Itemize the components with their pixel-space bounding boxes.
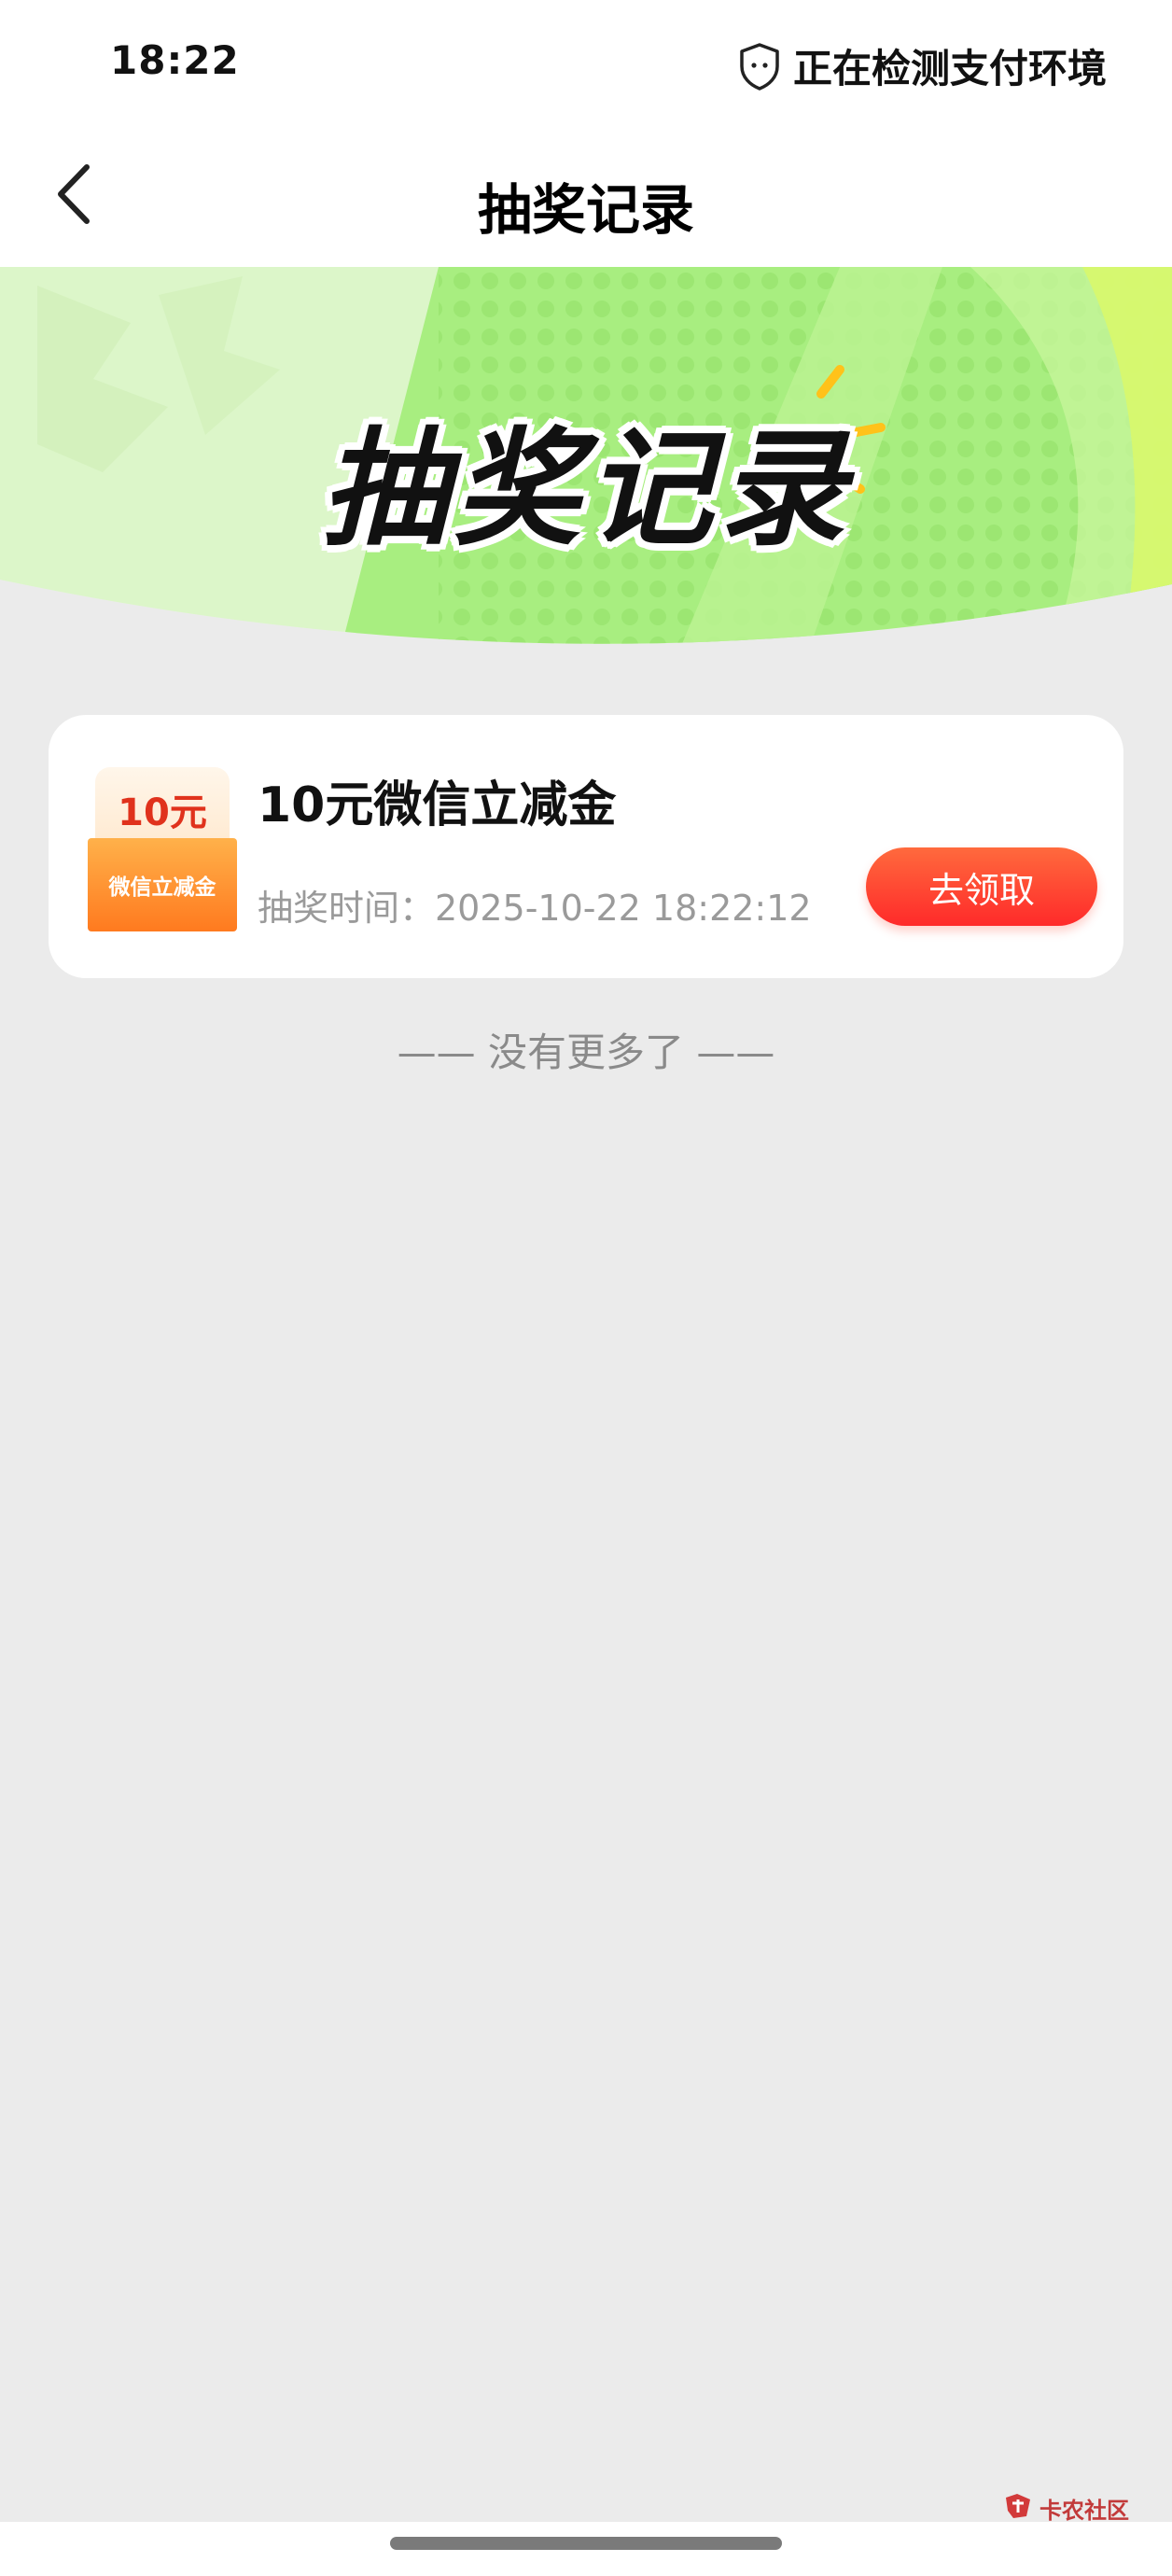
claim-button[interactable]: 去领取 <box>866 847 1097 926</box>
prize-name: 10元微信立减金 <box>258 777 617 833</box>
home-indicator[interactable] <box>390 2537 782 2550</box>
shield-icon <box>737 42 782 91</box>
status-time: 18:22 <box>110 37 240 83</box>
status-bar: 18:22 正在检测支付环境 <box>0 0 1172 131</box>
status-text: 正在检测支付环境 <box>792 46 1107 91</box>
coupon-amount: 10元 <box>118 791 207 834</box>
kanong-logo-icon <box>1002 2490 1034 2526</box>
watermark: 卡农社区 <box>1002 2490 1129 2526</box>
coupon-thumbnail: 10元 微信立减金 <box>88 767 237 931</box>
no-more-text: —— 没有更多了 —— <box>397 1029 775 1075</box>
status-indicator: 正在检测支付环境 <box>737 37 1107 94</box>
banner-title: 抽奖记录 <box>321 416 851 564</box>
draw-time: 抽奖时间：2025-10-22 18:22:12 <box>258 888 812 929</box>
coupon-label: 微信立减金 <box>108 875 216 900</box>
coupon-envelope: 微信立减金 <box>88 838 237 931</box>
nav-bar: 抽奖记录 <box>0 131 1172 267</box>
banner: 抽奖记录 <box>0 267 1172 668</box>
record-card: 10元 微信立减金 10元微信立减金 抽奖时间：2025-10-22 18:22… <box>49 715 1123 978</box>
page-title: 抽奖记录 <box>477 178 694 242</box>
watermark-text: 卡农社区 <box>1039 2497 1129 2524</box>
